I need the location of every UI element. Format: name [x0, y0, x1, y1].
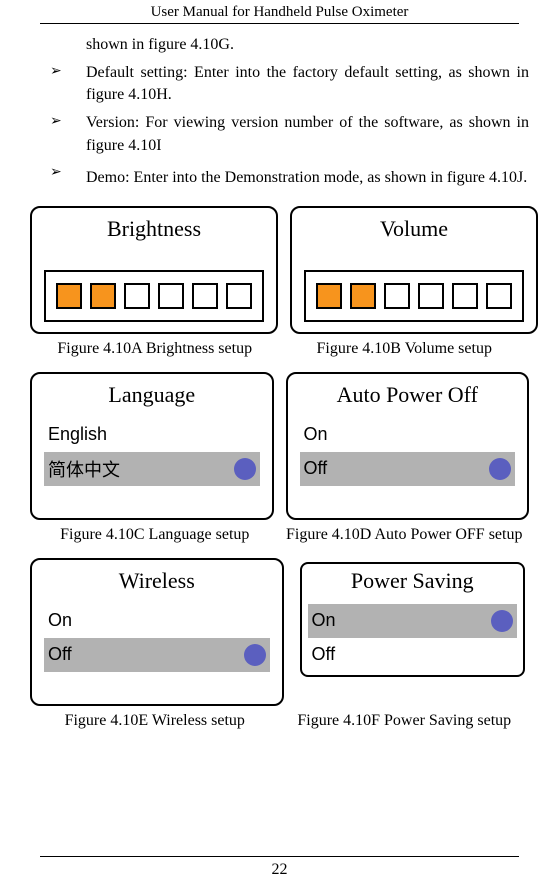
- bullet-icon: ➢: [30, 62, 86, 107]
- content-area: shown in figure 4.10G. ➢ Default setting…: [10, 34, 549, 730]
- continuation-text: shown in figure 4.10G.: [86, 34, 529, 56]
- option-label: Off: [48, 644, 72, 665]
- volume-slider[interactable]: [304, 270, 524, 322]
- figure-title: Language: [44, 382, 260, 408]
- caption-row-cd: Figure 4.10C Language setup Figure 4.10D…: [30, 526, 529, 544]
- caption-row-ab: Figure 4.10A Brightness setup Figure 4.1…: [30, 340, 529, 358]
- wireless-option-on[interactable]: On: [44, 604, 270, 638]
- figure-wireless: Wireless On Off: [30, 558, 284, 706]
- figure-title: Brightness: [44, 216, 264, 242]
- header-title: User Manual for Handheld Pulse Oximeter: [40, 0, 519, 24]
- caption-f: Figure 4.10F Power Saving setup: [280, 712, 530, 730]
- footer-divider: [40, 856, 519, 857]
- figure-title: Volume: [304, 216, 524, 242]
- autopower-option-on[interactable]: On: [300, 418, 516, 452]
- figure-volume: Volume: [290, 206, 538, 334]
- slider-step-empty: [158, 283, 184, 309]
- slider-step-empty: [226, 283, 252, 309]
- slider-step-filled: [350, 283, 376, 309]
- figure-language: Language English 简体中文: [30, 372, 274, 520]
- option-label: 简体中文: [48, 456, 120, 482]
- slider-step-empty: [486, 283, 512, 309]
- bullet-version: ➢ Version: For viewing version number of…: [30, 112, 529, 157]
- bullet-default-setting: ➢ Default setting: Enter into the factor…: [30, 62, 529, 107]
- caption-row-ef: Figure 4.10E Wireless setup Figure 4.10F…: [30, 712, 529, 730]
- autopower-option-off[interactable]: Off: [300, 452, 516, 486]
- selected-indicator-icon: [244, 644, 266, 666]
- figure-title: Wireless: [44, 568, 270, 594]
- caption-d: Figure 4.10D Auto Power OFF setup: [280, 526, 530, 544]
- slider-step-empty: [384, 283, 410, 309]
- page-number: 22: [0, 861, 559, 879]
- figure-row-ab: Brightness Volume: [30, 206, 529, 334]
- bullet-demo: ➢ Demo: Enter into the Demonstration mod…: [30, 163, 529, 193]
- bullet-text: Default setting: Enter into the factory …: [86, 62, 529, 107]
- language-option-chinese[interactable]: 简体中文: [44, 452, 260, 486]
- selected-indicator-icon: [491, 610, 513, 632]
- bullet-icon: ➢: [30, 112, 86, 157]
- bullet-text: Demo: Enter into the Demonstration mode,…: [86, 163, 529, 193]
- powersaving-inner: Power Saving On Off: [300, 562, 526, 677]
- figure-title: Power Saving: [302, 568, 524, 594]
- figure-powersaving: Power Saving On Off: [296, 558, 530, 706]
- slider-step-filled: [90, 283, 116, 309]
- slider-step-filled: [316, 283, 342, 309]
- slider-step-empty: [418, 283, 444, 309]
- brightness-slider[interactable]: [44, 270, 264, 322]
- option-label: Off: [304, 458, 328, 479]
- figure-brightness: Brightness: [30, 206, 278, 334]
- option-label: English: [48, 424, 107, 445]
- slider-step-empty: [192, 283, 218, 309]
- selected-indicator-icon: [489, 458, 511, 480]
- slider-step-empty: [452, 283, 478, 309]
- bullet-icon: ➢: [30, 163, 86, 193]
- option-label: On: [48, 610, 72, 631]
- option-label: On: [304, 424, 328, 445]
- caption-b: Figure 4.10B Volume setup: [280, 340, 530, 358]
- caption-e: Figure 4.10E Wireless setup: [30, 712, 280, 730]
- powersaving-option-on[interactable]: On: [308, 604, 518, 638]
- figure-autopoweroff: Auto Power Off On Off: [286, 372, 530, 520]
- language-option-english[interactable]: English: [44, 418, 260, 452]
- caption-c: Figure 4.10C Language setup: [30, 526, 280, 544]
- figure-row-ef: Wireless On Off Power Saving On Off: [30, 558, 529, 706]
- figures-container: Brightness Volume: [30, 206, 529, 730]
- bullet-text: Version: For viewing version number of t…: [86, 112, 529, 157]
- caption-a: Figure 4.10A Brightness setup: [30, 340, 280, 358]
- figure-row-cd: Language English 简体中文 Auto Power Off On …: [30, 372, 529, 520]
- slider-step-empty: [124, 283, 150, 309]
- slider-step-filled: [56, 283, 82, 309]
- powersaving-option-off[interactable]: Off: [302, 638, 524, 671]
- wireless-option-off[interactable]: Off: [44, 638, 270, 672]
- option-label: On: [312, 610, 336, 631]
- selected-indicator-icon: [234, 458, 256, 480]
- figure-title: Auto Power Off: [300, 382, 516, 408]
